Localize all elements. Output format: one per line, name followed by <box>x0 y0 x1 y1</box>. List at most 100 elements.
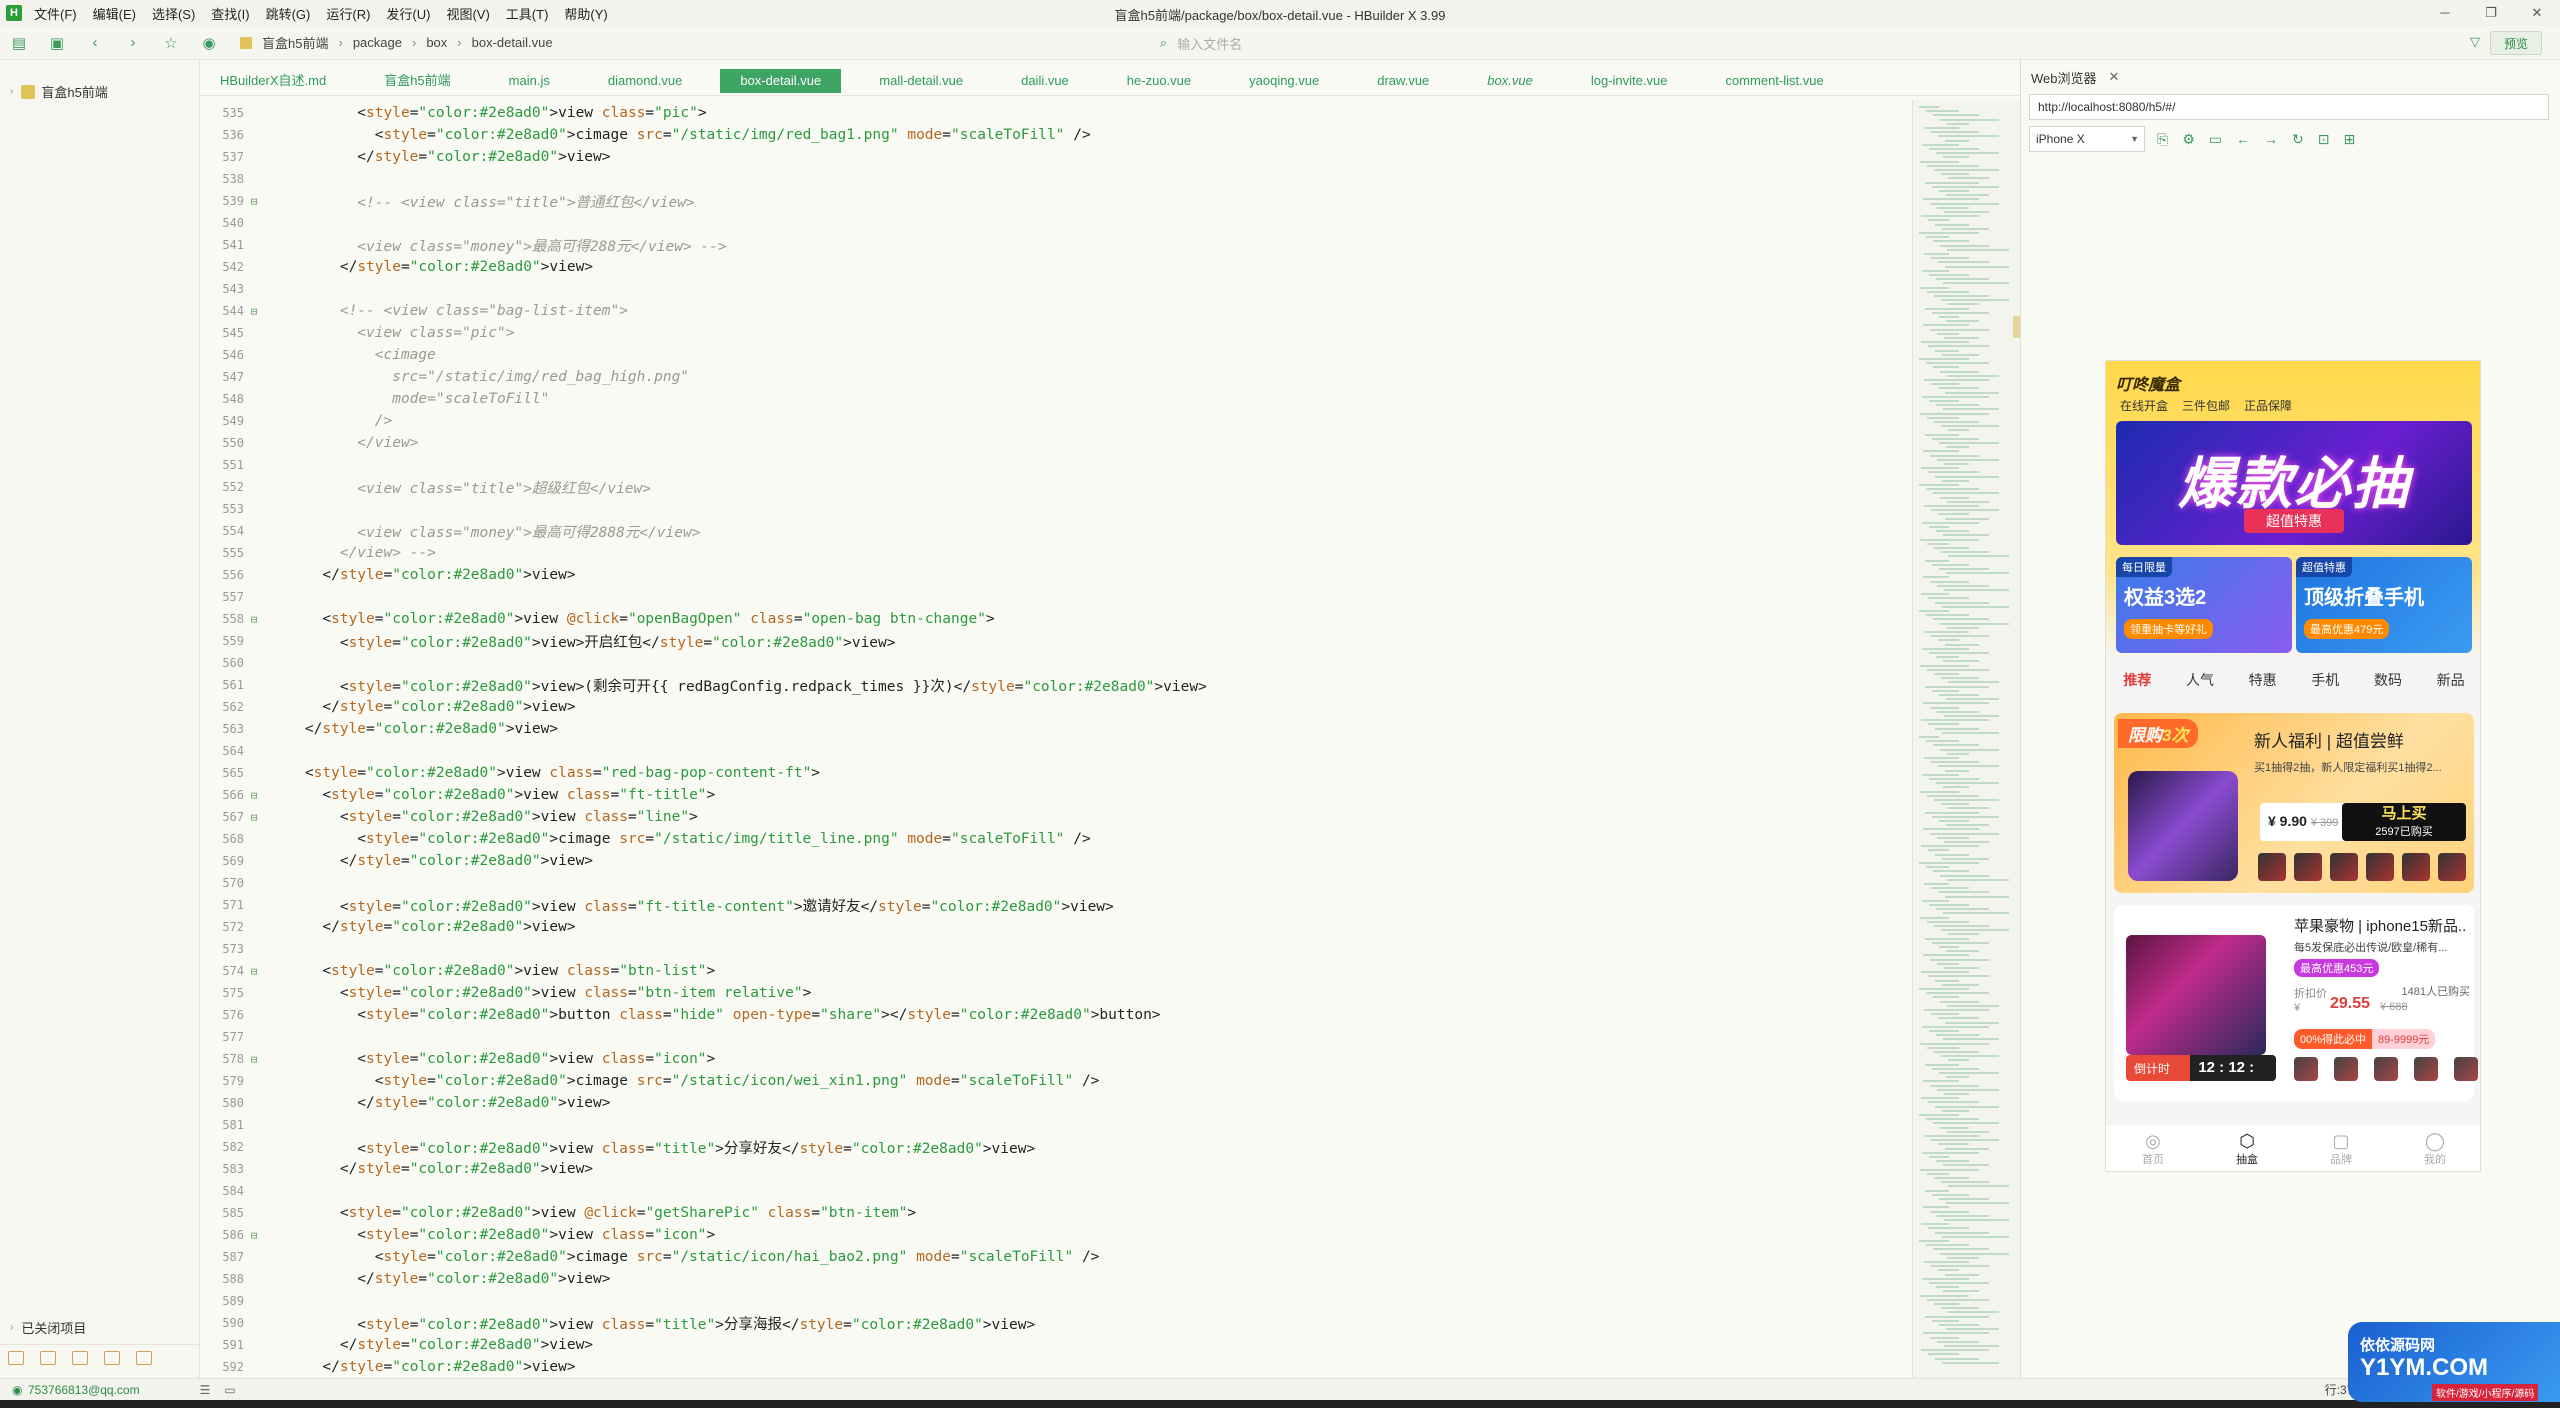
code-line[interactable]: 574 ⊟ <style="color:#2e8ad0">view class="… <box>200 960 1910 982</box>
code-line[interactable]: 590 <style="color:#2e8ad0">view class="t… <box>200 1312 1910 1334</box>
fold-icon[interactable]: ⊟ <box>244 195 264 208</box>
lock-icon[interactable]: ⊡ <box>2318 131 2330 148</box>
fold-icon[interactable]: ⊟ <box>244 305 264 318</box>
expand-arrow-icon[interactable]: › <box>10 1322 13 1333</box>
buy-button[interactable]: 马上买 2597已购买 <box>2342 803 2466 841</box>
editor-tab[interactable]: yaoqing.vue <box>1229 69 1339 93</box>
code-line[interactable]: 560 <box>200 652 1910 674</box>
code-line[interactable]: 584 <box>200 1180 1910 1202</box>
code-line[interactable]: 559 <style="color:#2e8ad0">view>开启红包</st… <box>200 630 1910 652</box>
menu-item[interactable]: 帮助(Y) <box>564 7 607 22</box>
menu-item[interactable]: 运行(R) <box>326 7 370 22</box>
code-line[interactable]: 538 <box>200 168 1910 190</box>
back-icon[interactable]: ‹ <box>83 31 107 55</box>
editor-tab[interactable]: box-detail.vue <box>720 68 842 93</box>
code-line[interactable]: 550 </view> <box>200 432 1910 454</box>
tools-icon[interactable] <box>40 1350 56 1365</box>
favorite-icon[interactable]: ☆ <box>159 31 183 55</box>
fold-icon[interactable]: ⊟ <box>244 965 264 978</box>
new-file-icon[interactable]: ▤ <box>7 31 31 55</box>
editor-tab[interactable]: he-zuo.vue <box>1107 69 1211 93</box>
code-line[interactable]: 566 ⊟ <style="color:#2e8ad0">view class="… <box>200 784 1910 806</box>
code-line[interactable]: 575 <style="color:#2e8ad0">view class="b… <box>200 982 1910 1004</box>
menu-item[interactable]: 选择(S) <box>152 7 195 22</box>
nav-box[interactable]: ⬡ 抽盒 <box>2217 1131 2277 1167</box>
menu-item[interactable]: 发行(U) <box>386 7 430 22</box>
editor-tab[interactable]: diamond.vue <box>588 69 702 93</box>
breadcrumb-file[interactable]: box-detail.vue <box>472 35 553 50</box>
category-tab[interactable]: 人气 <box>2186 670 2214 690</box>
qr-icon[interactable]: ⊞ <box>2343 131 2355 148</box>
menu-item[interactable]: 跳转(G) <box>266 7 311 22</box>
code-line[interactable]: 543 <box>200 278 1910 300</box>
code-line[interactable]: 567 ⊟ <style="color:#2e8ad0">view class="… <box>200 806 1910 828</box>
code-line[interactable]: 576 <style="color:#2e8ad0">button class=… <box>200 1004 1910 1026</box>
list-icon[interactable]: ☰ <box>200 1383 211 1397</box>
code-line[interactable]: 537 </style="color:#2e8ad0">view> <box>200 146 1910 168</box>
editor-tab[interactable]: log-invite.vue <box>1571 69 1688 93</box>
code-line[interactable]: 542 </style="color:#2e8ad0">view> <box>200 256 1910 278</box>
code-line[interactable]: 548 mode="scaleToFill" <box>200 388 1910 410</box>
code-line[interactable]: 545 <view class="pic"> <box>200 322 1910 344</box>
code-line[interactable]: 558 ⊟ <style="color:#2e8ad0">view @click=… <box>200 608 1910 630</box>
close-icon[interactable]: ✕ <box>2514 0 2560 26</box>
code-line[interactable]: 589 <box>200 1290 1910 1312</box>
devtools-icon[interactable]: ⚙ <box>2182 131 2195 148</box>
edit-icon[interactable] <box>72 1350 88 1365</box>
code-line[interactable]: 570 <box>200 872 1910 894</box>
code-line[interactable]: 583 </style="color:#2e8ad0">view> <box>200 1158 1910 1180</box>
code-line[interactable]: 586 ⊟ <style="color:#2e8ad0">view class="… <box>200 1224 1910 1246</box>
code-line[interactable]: 555 </view> --> <box>200 542 1910 564</box>
code-line[interactable]: 562 </style="color:#2e8ad0">view> <box>200 696 1910 718</box>
code-line[interactable]: 546 <cimage <box>200 344 1910 366</box>
fold-icon[interactable]: ⊟ <box>244 1229 264 1242</box>
fold-icon[interactable]: ⊟ <box>244 811 264 824</box>
preview-button[interactable]: 预览 <box>2490 31 2542 55</box>
code-line[interactable]: 551 <box>200 454 1910 476</box>
save-icon[interactable]: ▣ <box>45 31 69 55</box>
editor-tab[interactable]: box.vue <box>1467 69 1553 93</box>
terminal-icon[interactable]: ▭ <box>224 1383 235 1397</box>
code-line[interactable]: 535 <style="color:#2e8ad0">view class="p… <box>200 102 1910 124</box>
product-card[interactable]: 限购3次 新人福利 | 超值尝鲜 买1抽得2抽，新人限定福利买1抽得2... ¥… <box>2114 713 2474 893</box>
file-search-input[interactable]: ⌕ 输入文件名 <box>1160 32 2460 54</box>
folder-icon[interactable] <box>8 1350 24 1365</box>
breadcrumb-box[interactable]: box <box>426 35 447 50</box>
product-card[interactable]: 倒计时 12 : 12 : 12 苹果豪物 | iphone15新品... 每5… <box>2114 905 2478 1102</box>
tab-web-browser[interactable]: Web浏览器 ✕ <box>2031 64 2119 90</box>
code-line[interactable]: 552 <view class="title">超级红包</view> <box>200 476 1910 498</box>
code-line[interactable]: 553 <box>200 498 1910 520</box>
hero-banner[interactable]: 爆款必抽 超值特惠 <box>2116 421 2472 545</box>
code-line[interactable]: 568 <style="color:#2e8ad0">cimage src="/… <box>200 828 1910 850</box>
account-label[interactable]: 753766813@qq.com <box>28 1383 140 1397</box>
code-line[interactable]: 580 </style="color:#2e8ad0">view> <box>200 1092 1910 1114</box>
code-line[interactable]: 585 <style="color:#2e8ad0">view @click="… <box>200 1202 1910 1224</box>
minimize-icon[interactable]: ─ <box>2422 0 2468 26</box>
code-line[interactable]: 582 <style="color:#2e8ad0">view class="t… <box>200 1136 1910 1158</box>
editor-tab[interactable]: 盲盒h5前端 <box>364 69 470 93</box>
editor-tab[interactable]: draw.vue <box>1357 69 1449 93</box>
category-tab[interactable]: 手机 <box>2311 670 2339 690</box>
nav-brand[interactable]: ▢ 品牌 <box>2311 1131 2371 1167</box>
fold-icon[interactable]: ⊟ <box>244 789 264 802</box>
breadcrumb-package[interactable]: package <box>353 35 402 50</box>
promo-card[interactable]: 超值特惠 顶级折叠手机 最高优惠479元 <box>2296 557 2472 653</box>
menu-item[interactable]: 视图(V) <box>446 7 489 22</box>
code-line[interactable]: 565 <style="color:#2e8ad0">view class="r… <box>200 762 1910 784</box>
editor-tab[interactable]: mall-detail.vue <box>859 69 983 93</box>
promo-card[interactable]: 每日限量 权益3选2 领重抽卡等好礼 <box>2116 557 2292 653</box>
code-line[interactable]: 541 <view class="money">最高可得288元</view> … <box>200 234 1910 256</box>
code-line[interactable]: 571 <style="color:#2e8ad0">view class="f… <box>200 894 1910 916</box>
copy-icon[interactable] <box>136 1350 152 1365</box>
fold-icon[interactable]: ⊟ <box>244 613 264 626</box>
code-line[interactable]: 579 <style="color:#2e8ad0">cimage src="/… <box>200 1070 1910 1092</box>
code-editor[interactable]: 535 <style="color:#2e8ad0">view class="p… <box>200 100 1910 1378</box>
menu-item[interactable]: 工具(T) <box>506 7 549 22</box>
editor-tab[interactable]: daili.vue <box>1001 69 1089 93</box>
menu-item[interactable]: 文件(F) <box>34 7 77 22</box>
code-line[interactable]: 573 <box>200 938 1910 960</box>
code-line[interactable]: 563 </style="color:#2e8ad0">view> <box>200 718 1910 740</box>
filter-icon[interactable]: ▽ <box>2470 34 2480 50</box>
menu-item[interactable]: 编辑(E) <box>93 7 136 22</box>
code-line[interactable]: 592 </style="color:#2e8ad0">view> <box>200 1356 1910 1378</box>
